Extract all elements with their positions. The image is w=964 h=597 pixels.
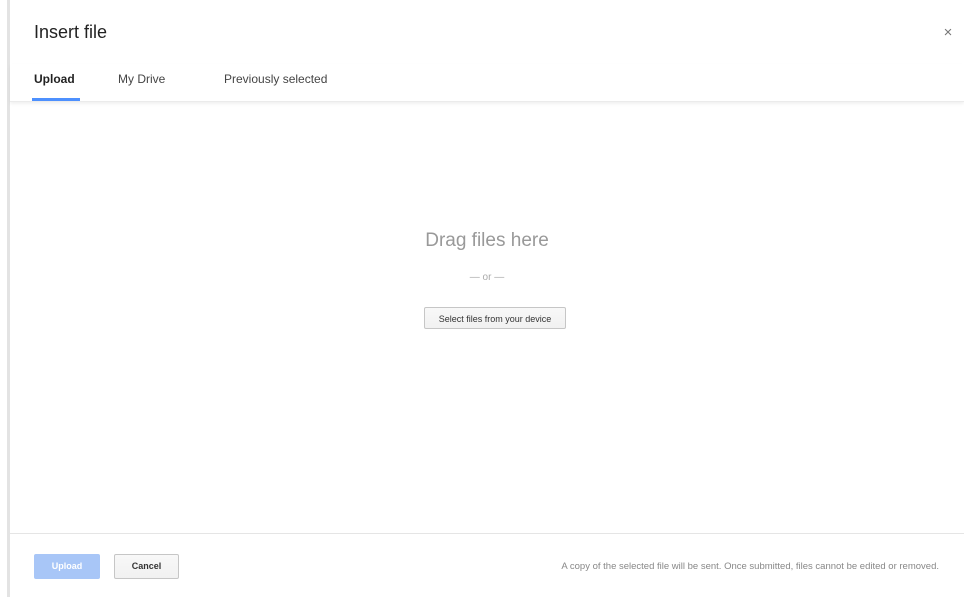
tab-bar: Upload My Drive Previously selected [10,64,964,102]
active-tab-indicator [32,98,80,101]
tab-previously-selected[interactable]: Previously selected [224,72,327,86]
file-drop-zone[interactable]: Drag files here — or — Select files from… [10,102,964,534]
dialog-title: Insert file [34,22,108,42]
select-files-button[interactable]: Select files from your device [424,307,566,329]
cancel-button[interactable]: Cancel [114,554,179,579]
insert-file-dialog: Insert file × Upload My Drive Previously… [10,0,964,597]
dialog-footer: Upload Cancel A copy of the selected fil… [10,533,964,597]
tab-upload[interactable]: Upload [34,72,75,86]
page: Insert file × Upload My Drive Previously… [0,0,964,597]
tab-my-drive[interactable]: My Drive [118,72,165,86]
or-separator: — or — [469,272,505,283]
footer-note: A copy of the selected file will be sent… [561,561,939,572]
drag-files-text: Drag files here [425,230,549,251]
upload-button[interactable]: Upload [34,554,100,579]
close-icon[interactable]: × [940,25,956,41]
